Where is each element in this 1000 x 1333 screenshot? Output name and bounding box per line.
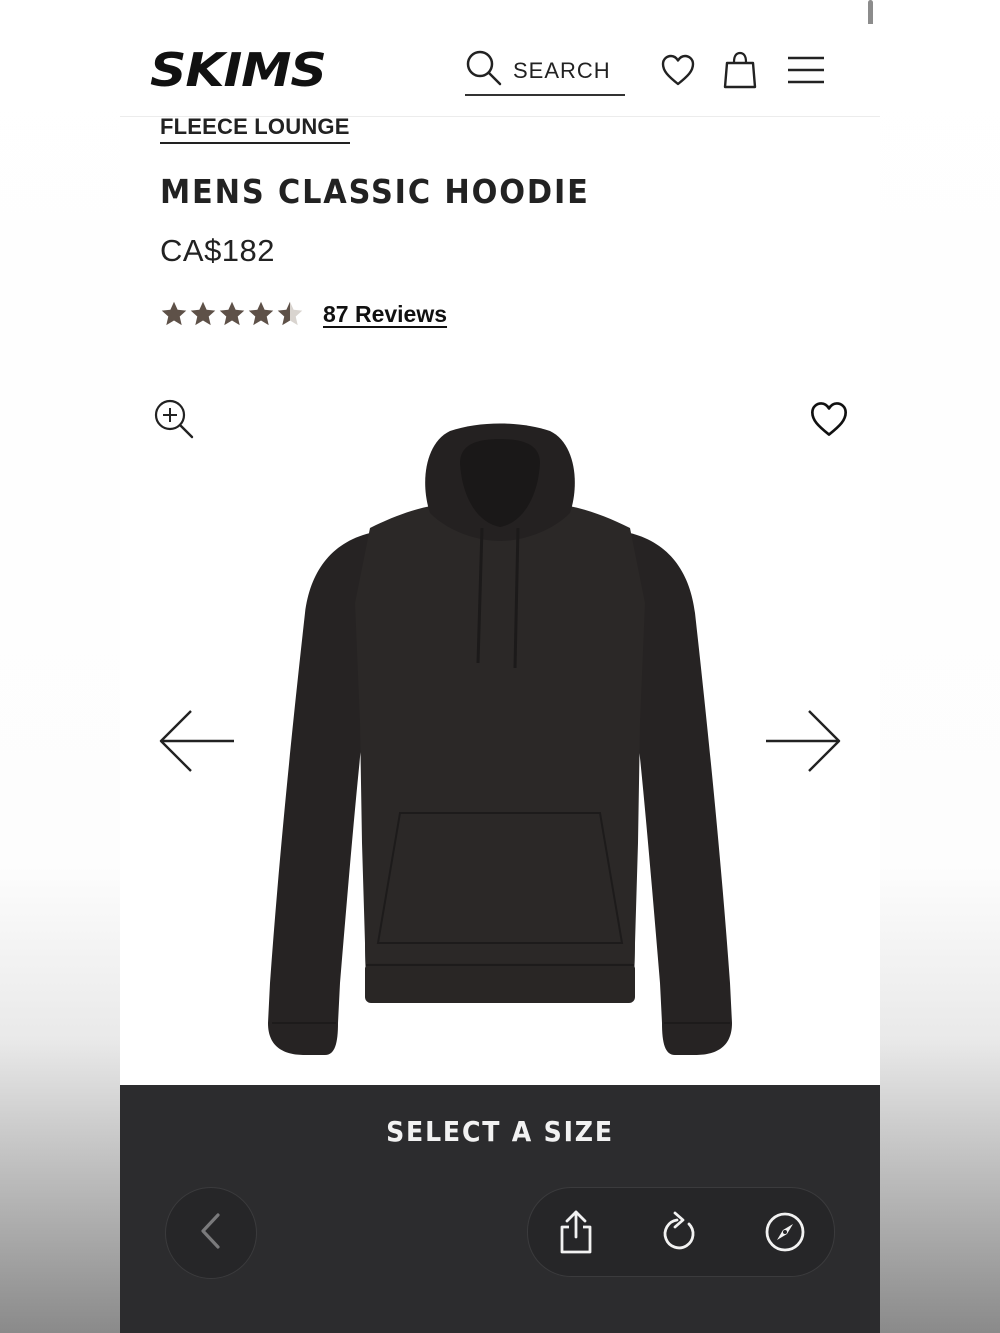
site-header: SKIMS SEARCH — [120, 24, 880, 117]
search-icon — [465, 49, 503, 92]
breadcrumb[interactable]: FLEECE LOUNGE — [160, 114, 350, 144]
hoodie-image[interactable] — [260, 423, 740, 1063]
star-icon — [219, 301, 245, 326]
browser-actions — [527, 1187, 835, 1277]
half-star-icon — [277, 301, 303, 326]
skims-logo[interactable]: SKIMS — [150, 42, 327, 98]
product-rating[interactable]: 87 Reviews — [160, 300, 447, 328]
star-icon — [161, 301, 187, 326]
product-price: CA$182 — [160, 233, 276, 268]
select-size-button[interactable]: SELECT A SIZE — [158, 1115, 842, 1148]
zoom-in-icon[interactable] — [153, 398, 195, 445]
phone-screen: SKIMS SEARCH FLEECE LOUNGE MENS CLASSIC … — [120, 0, 880, 1333]
search-button[interactable]: SEARCH — [465, 46, 625, 96]
shopping-bag-icon[interactable] — [723, 50, 757, 95]
menu-icon[interactable] — [786, 54, 826, 91]
size-toolbar: SELECT A SIZE — [120, 1085, 880, 1333]
reviews-link[interactable]: 87 Reviews — [323, 301, 447, 328]
arrow-left-icon[interactable] — [158, 708, 236, 779]
product-gallery — [120, 345, 880, 1085]
browser-back-button[interactable] — [165, 1187, 257, 1279]
wishlist-heart-icon[interactable] — [808, 399, 850, 444]
star-rating — [160, 300, 305, 328]
star-icon — [248, 301, 274, 326]
chevron-left-icon — [198, 1211, 224, 1256]
heart-icon[interactable] — [660, 52, 696, 93]
share-icon[interactable] — [552, 1208, 600, 1256]
search-label: SEARCH — [513, 58, 611, 83]
star-icon — [190, 301, 216, 326]
product-title: MENS CLASSIC HOODIE — [160, 172, 590, 211]
reload-icon[interactable] — [655, 1208, 703, 1256]
arrow-right-icon[interactable] — [764, 708, 842, 779]
top-strip — [120, 0, 880, 25]
compass-icon[interactable] — [761, 1208, 809, 1256]
